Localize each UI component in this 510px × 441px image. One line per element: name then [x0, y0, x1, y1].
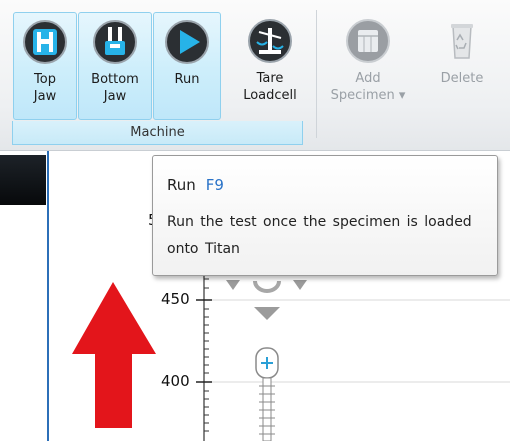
indicator-right-mark: [293, 280, 307, 290]
indicator-left-mark: [226, 280, 240, 290]
crosshead-indicator: [253, 280, 281, 293]
tooltip-title-text: Run: [167, 176, 196, 194]
run-tooltip: Run F9 Run the test once the specimen is …: [152, 155, 498, 276]
minor-ticks: [204, 278, 209, 432]
down-marker-icon: [254, 307, 280, 320]
red-up-arrow: [72, 282, 156, 428]
tick-label-450: 450: [161, 290, 190, 308]
tooltip-body: Run the test once the specimen is loaded…: [167, 214, 472, 257]
tooltip-shortcut: F9: [205, 176, 224, 194]
tick-label-400: 400: [161, 372, 190, 390]
tooltip-title: Run F9: [167, 176, 224, 194]
